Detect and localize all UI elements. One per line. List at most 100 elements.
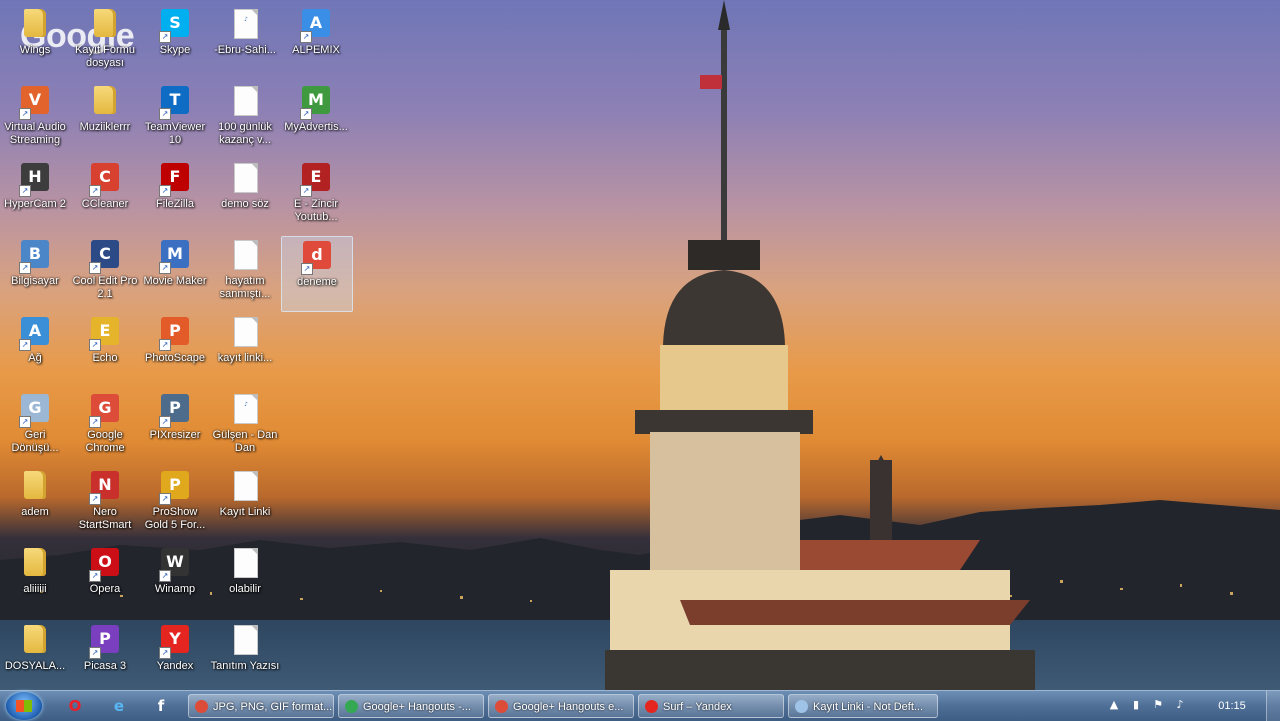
desktop-icon-kay-t-linki[interactable]: kayıt linki... (210, 313, 280, 387)
desktop-icon-label: Skype (159, 44, 191, 56)
desktop-icon-label: HyperCam 2 (4, 198, 66, 210)
taskbar-window-button[interactable]: Google+ Hangouts e... (488, 694, 634, 718)
desktop-icon-aliiiiii[interactable]: aliiiiii (0, 544, 70, 618)
desktop-icon-myadvertis[interactable]: M ↗ MyAdvertis... (281, 82, 351, 156)
desktop-icon-filezilla[interactable]: F ↗ FileZilla (140, 159, 210, 233)
desktop-icon-label: ALPEMIX (292, 44, 340, 56)
desktop-icon-100-g-nl-k-kazan-v[interactable]: 100 günlük kazanç v... (210, 82, 280, 156)
desktop-icon-tan-t-m-yaz-s[interactable]: Tanıtım Yazısı (210, 621, 280, 695)
facebook-icon[interactable]: f (148, 694, 174, 718)
app-icon: M ↗ (159, 240, 191, 274)
taskbar-window-button[interactable]: Surf – Yandex (638, 694, 784, 718)
app-icon: E ↗ (300, 163, 332, 197)
taskbar-window-button[interactable]: JPG, PNG, GIF format... (188, 694, 334, 718)
shortcut-arrow-icon: ↗ (159, 185, 171, 197)
desktop-icon-skype[interactable]: S ↗ Skype (140, 5, 210, 79)
app-icon: O ↗ (89, 548, 121, 582)
window-app-icon (195, 700, 208, 713)
desktop-icon-hypercam-2[interactable]: H ↗ HyperCam 2 (0, 159, 70, 233)
app-icon: Y ↗ (159, 625, 191, 659)
desktop-icon-google-chrome[interactable]: G ↗ Google Chrome (70, 390, 140, 464)
desktop-icon-label: MyAdvertis... (284, 121, 348, 133)
folder-icon (19, 471, 51, 503)
window-app-icon (345, 700, 358, 713)
shortcut-arrow-icon: ↗ (89, 262, 101, 274)
desktop-icon-g-l-en-dan-dan[interactable]: ♪ Gülşen - Dan Dan (210, 390, 280, 464)
desktop-icon-label: Movie Maker (143, 275, 207, 287)
show-hidden-icons[interactable]: ▲ (1108, 699, 1120, 711)
desktop-icon-label: Kayıt Linki (219, 506, 271, 518)
desktop-icon-bilgisayar[interactable]: B ↗ Bilgisayar (0, 236, 70, 310)
desktop-icon-teamviewer-10[interactable]: T ↗ TeamViewer 10 (140, 82, 210, 156)
desktop-icon-kay-t-linki[interactable]: Kayıt Linki (210, 467, 280, 541)
system-tray: ▲ ▮ ⚑ ♪ (1100, 691, 1280, 721)
desktop-icon-deneme[interactable]: d ↗ deneme (281, 236, 353, 312)
desktop-icon-yandex[interactable]: Y ↗ Yandex (140, 621, 210, 695)
shortcut-arrow-icon: ↗ (159, 339, 171, 351)
app-icon: N ↗ (89, 471, 121, 505)
desktop-icon-picasa-3[interactable]: P ↗ Picasa 3 (70, 621, 140, 695)
desktop-icon-muziiklerrr[interactable]: Muziiklerrr (70, 82, 140, 156)
taskbar-window-title: JPG, PNG, GIF format... (213, 701, 333, 713)
start-button[interactable] (6, 692, 42, 720)
app-icon: S ↗ (159, 9, 191, 43)
action-center-icon[interactable]: ⚑ (1152, 699, 1164, 711)
desktop-icon-olabilir[interactable]: olabilir (210, 544, 280, 618)
shortcut-arrow-icon: ↗ (89, 570, 101, 582)
clock[interactable]: 01:15 (1212, 691, 1252, 721)
desktop-icon-label: PhotoScape (145, 352, 205, 364)
desktop-icon-demo-s-z[interactable]: demo söz (210, 159, 280, 233)
desktop-icon-hayat-m-sanm-t[interactable]: hayatım sanmıştı... (210, 236, 280, 310)
opera-icon[interactable]: O (62, 694, 88, 718)
window-app-icon (795, 700, 808, 713)
desktop-icon-opera[interactable]: O ↗ Opera (70, 544, 140, 618)
desktop-icon-proshow-gold-5-for[interactable]: P ↗ ProShow Gold 5 For... (140, 467, 210, 541)
desktop-icon-ebru-sahi[interactable]: ♪ -Ebru-Sahi... (210, 5, 280, 79)
desktop-icon-label: 100 günlük kazanç v... (218, 121, 272, 146)
audio-file-icon: ♪ (229, 394, 261, 426)
desktop-icon-winamp[interactable]: W ↗ Winamp (140, 544, 210, 618)
app-icon: B ↗ (19, 240, 51, 274)
desktop-icon-kay-t-formu-dosyas[interactable]: Kayıt Formu dosyası (70, 5, 140, 79)
shortcut-arrow-icon: ↗ (19, 416, 31, 428)
desktop-icon-nero-startsmart[interactable]: N ↗ Nero StartSmart (70, 467, 140, 541)
shortcut-arrow-icon: ↗ (19, 185, 31, 197)
app-icon: T ↗ (159, 86, 191, 120)
shortcut-arrow-icon: ↗ (300, 31, 312, 43)
desktop-icon-echo[interactable]: E ↗ Echo (70, 313, 140, 387)
app-icon: H ↗ (19, 163, 51, 197)
desktop-icon-label: Virtual Audio Streaming (4, 121, 66, 146)
desktop-icon-virtual-audio-streaming[interactable]: V ↗ Virtual Audio Streaming (0, 82, 70, 156)
desktop-icon-alpemix[interactable]: A ↗ ALPEMIX (281, 5, 351, 79)
windows-logo-icon (16, 700, 32, 712)
text-document-icon (229, 86, 261, 118)
desktop-icon-adem[interactable]: adem (0, 467, 70, 541)
desktop-icon-pixresizer[interactable]: P ↗ PIXresizer (140, 390, 210, 464)
desktop-icon-label: Ağ (28, 352, 42, 364)
network-icon[interactable]: ▮ (1130, 699, 1142, 711)
taskbar: Oef JPG, PNG, GIF format... Google+ Hango… (0, 690, 1280, 721)
text-document-icon (229, 471, 261, 503)
taskbar-window-button[interactable]: Kayıt Linki - Not Deft... (788, 694, 938, 718)
window-app-icon (495, 700, 508, 713)
desktop-icon-e-zincir-youtub[interactable]: E ↗ E - Zincir Youtub... (281, 159, 351, 233)
desktop-icon-wings[interactable]: Wings (0, 5, 70, 79)
desktop-icon-label: ProShow Gold 5 For... (144, 506, 206, 531)
desktop-icon-movie-maker[interactable]: M ↗ Movie Maker (140, 236, 210, 310)
volume-icon[interactable]: ♪ (1174, 699, 1186, 711)
taskbar-window-title: Google+ Hangouts e... (513, 701, 624, 713)
desktop-icon-dosyala[interactable]: DOSYALA... (0, 621, 70, 695)
desktop-icon-label: Picasa 3 (83, 660, 127, 672)
app-icon: A ↗ (19, 317, 51, 351)
desktop-icon-photoscape[interactable]: P ↗ PhotoScape (140, 313, 210, 387)
desktop-icon-cool-edit-pro-2-1[interactable]: C ↗ Cool Edit Pro 2.1 (70, 236, 140, 310)
app-icon: P ↗ (159, 394, 191, 428)
desktop-icon-ccleaner[interactable]: C ↗ CCleaner (70, 159, 140, 233)
desktop-icon-geri-d-n[interactable]: G ↗ Geri Dönüşü... (0, 390, 70, 464)
desktop-icon-a[interactable]: A ↗ Ağ (0, 313, 70, 387)
taskbar-window-button[interactable]: Google+ Hangouts -... (338, 694, 484, 718)
show-desktop-button[interactable] (1266, 691, 1280, 721)
desktop-icon-label: adem (21, 506, 49, 518)
internet-explorer-icon[interactable]: e (106, 694, 132, 718)
text-document-icon (229, 625, 261, 657)
